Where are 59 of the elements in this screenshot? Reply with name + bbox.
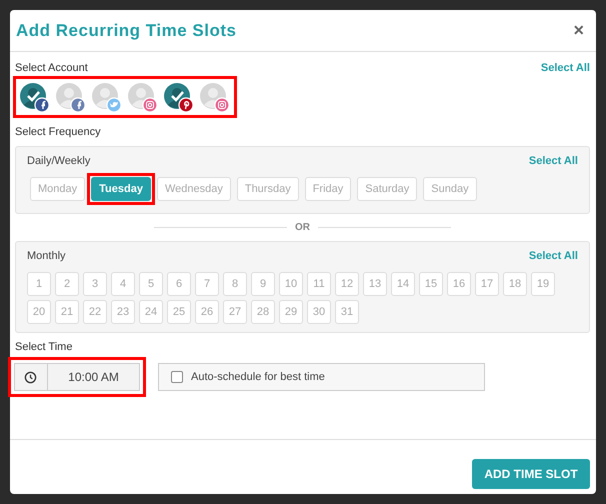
select-all-link[interactable]: Select All <box>528 250 578 262</box>
day-toggle[interactable]: Monday <box>30 177 86 201</box>
add-time-slot-button[interactable]: ADD TIME SLOT <box>472 459 590 489</box>
date-toggle[interactable]: 12 <box>335 272 359 296</box>
day-toggle[interactable]: Thursday <box>236 177 299 201</box>
section-label: Select Account <box>15 62 88 74</box>
date-toggle[interactable]: 20 <box>27 300 51 324</box>
day-toggle[interactable]: Sunday <box>423 177 477 201</box>
date-toggle[interactable]: 11 <box>307 272 331 296</box>
date-toggle[interactable]: 25 <box>167 300 191 324</box>
date-toggle[interactable]: 21 <box>55 300 79 324</box>
date-toggle[interactable]: 13 <box>363 272 387 296</box>
date-toggle[interactable]: 31 <box>335 300 359 324</box>
account-avatar[interactable] <box>20 83 50 113</box>
date-toggle[interactable]: 19 <box>531 272 555 296</box>
date-toggle[interactable]: 14 <box>391 272 415 296</box>
account-avatar[interactable] <box>56 83 86 113</box>
section-label: Select Frequency <box>15 126 101 138</box>
date-toggle[interactable]: 8 <box>223 272 247 296</box>
date-toggle[interactable]: 23 <box>111 300 135 324</box>
date-toggle[interactable]: 5 <box>139 272 163 296</box>
date-toggle[interactable]: 28 <box>251 300 275 324</box>
day-toggle[interactable]: Friday <box>304 177 352 201</box>
date-toggle[interactable]: 7 <box>195 272 219 296</box>
select-all-link[interactable]: Select All <box>540 62 590 74</box>
date-toggle[interactable]: 3 <box>83 272 107 296</box>
select-all-link[interactable]: Select All <box>528 155 578 167</box>
account-avatar[interactable] <box>128 83 158 113</box>
date-toggle[interactable]: 30 <box>307 300 331 324</box>
date-toggle[interactable]: 18 <box>503 272 527 296</box>
date-toggle[interactable]: 29 <box>279 300 303 324</box>
section-label: Select Time <box>15 341 72 353</box>
date-toggle[interactable]: 1 <box>27 272 51 296</box>
date-toggle[interactable]: 9 <box>251 272 275 296</box>
date-toggle[interactable]: 4 <box>111 272 135 296</box>
date-toggle[interactable]: 16 <box>447 272 471 296</box>
panel-label: Monthly <box>27 250 66 262</box>
time-field[interactable]: 10:00 AM <box>14 363 140 391</box>
panel-label: Daily/Weekly <box>27 155 90 167</box>
date-toggle[interactable]: 15 <box>419 272 443 296</box>
date-toggle[interactable]: 10 <box>279 272 303 296</box>
date-toggle[interactable]: 17 <box>475 272 499 296</box>
date-toggle[interactable]: 22 <box>83 300 107 324</box>
date-toggle[interactable]: 6 <box>167 272 191 296</box>
account-avatar[interactable] <box>200 83 230 113</box>
close-button[interactable]: × <box>567 20 590 41</box>
separator-label: OR <box>295 222 310 233</box>
date-toggle[interactable]: 24 <box>139 300 163 324</box>
account-avatar[interactable] <box>164 83 194 113</box>
dialog-title: Add Recurring Time Slots <box>16 20 236 40</box>
day-toggle[interactable]: Wednesday <box>156 177 231 201</box>
date-toggle[interactable]: 26 <box>195 300 219 324</box>
day-toggle[interactable]: Saturday <box>357 177 418 201</box>
date-toggle[interactable]: 27 <box>223 300 247 324</box>
checkbox[interactable] <box>171 371 183 383</box>
day-toggle[interactable]: Tuesday <box>91 177 151 201</box>
clock-icon <box>24 370 37 384</box>
auto-schedule-option[interactable]: Auto-schedule for best time <box>158 363 485 391</box>
date-toggle[interactable]: 2 <box>55 272 79 296</box>
